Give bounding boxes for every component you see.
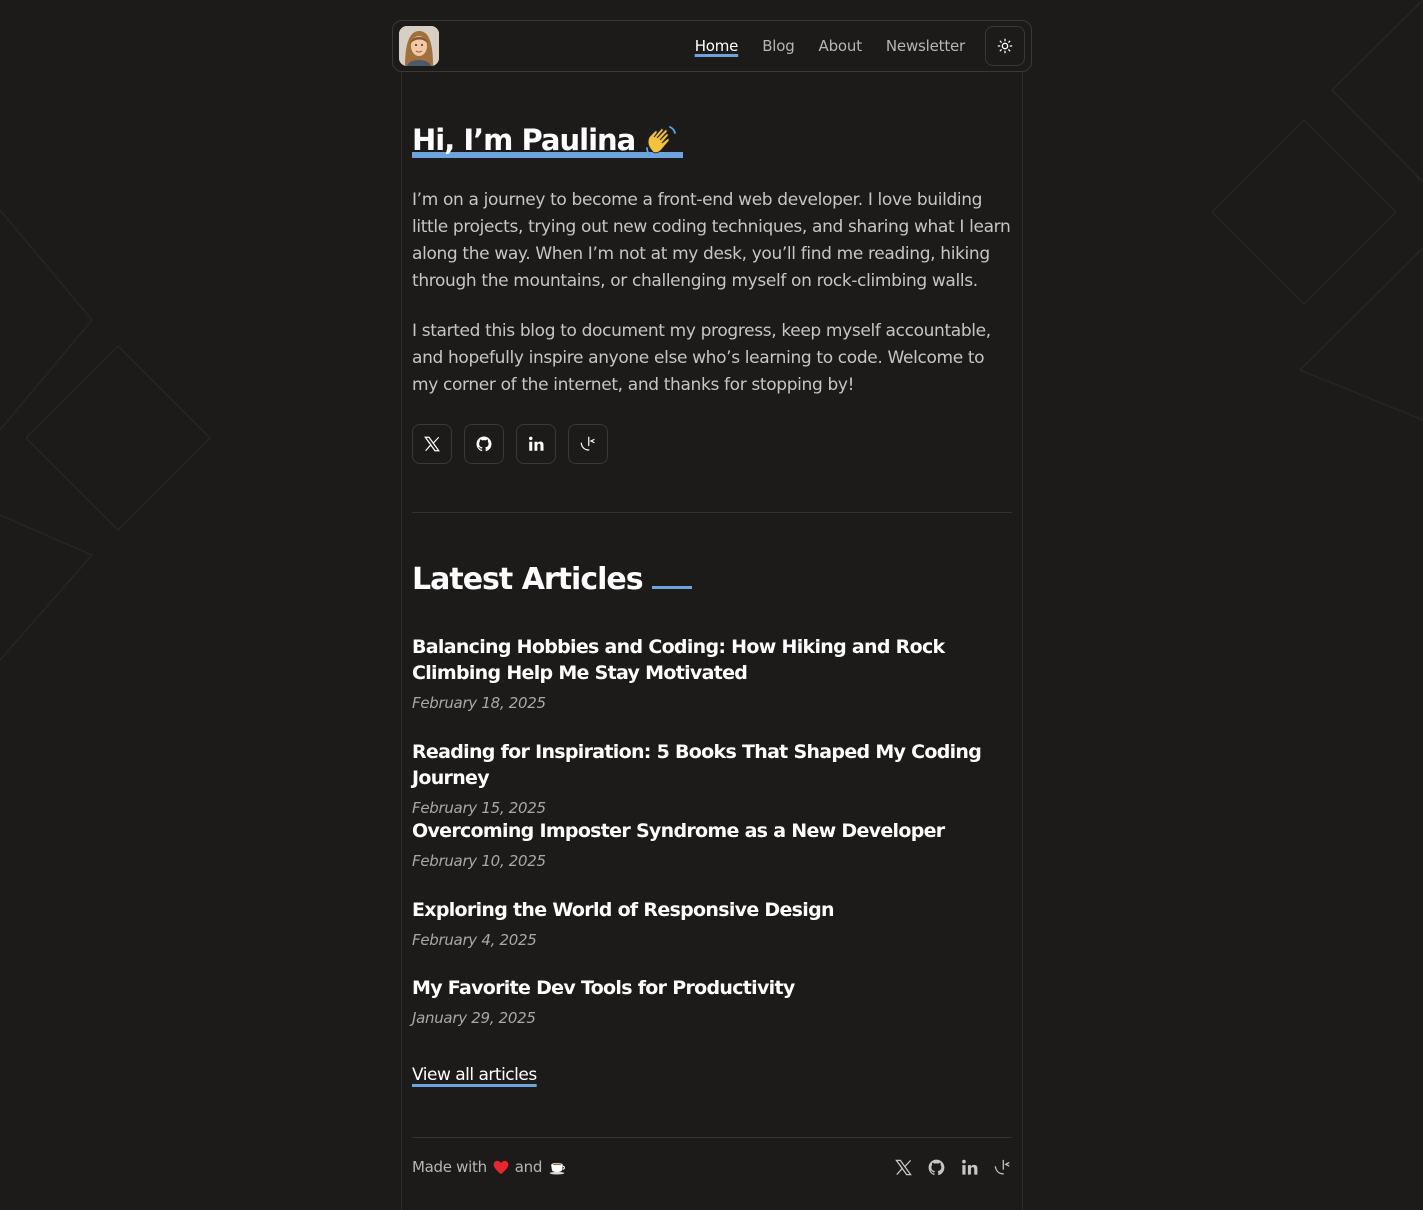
- theme-toggle-button[interactable]: [985, 26, 1025, 66]
- footer-credit: Made with and: [412, 1156, 566, 1178]
- article-item[interactable]: Balancing Hobbies and Coding: How Hiking…: [412, 634, 1012, 713]
- nav-links: Home Blog About Newsletter: [695, 21, 966, 71]
- github-link-button[interactable]: [464, 424, 504, 464]
- linkedin-icon: [529, 436, 544, 451]
- github-icon: [476, 436, 492, 452]
- nav-link-newsletter[interactable]: Newsletter: [886, 37, 965, 55]
- article-title[interactable]: My Favorite Dev Tools for Productivity: [412, 975, 795, 1001]
- footer-and: and: [514, 1158, 543, 1176]
- section-divider: [412, 512, 1012, 513]
- avatar[interactable]: [399, 26, 439, 66]
- intro-paragraph-2: I started this blog to document my progr…: [412, 321, 991, 395]
- github-icon: [928, 1159, 945, 1175]
- article-item[interactable]: Overcoming Imposter Syndrome as a New De…: [412, 818, 945, 871]
- article-date: February 15, 2025: [412, 799, 546, 817]
- footer-frontend-mentor-link[interactable]: [993, 1158, 1012, 1177]
- footer-linkedin-link[interactable]: [960, 1158, 979, 1177]
- x-icon: [424, 436, 440, 452]
- linkedin-icon: [962, 1159, 978, 1175]
- frontend-mentor-icon: [994, 1159, 1010, 1174]
- frontend-mentor-link-button[interactable]: [568, 424, 608, 464]
- latest-articles-heading: Latest Articles: [412, 562, 692, 597]
- social-links: [412, 424, 608, 464]
- hero-title: Hi, I’m Paulina: [412, 122, 684, 158]
- x-link-button[interactable]: [412, 424, 452, 464]
- article-date: February 10, 2025: [412, 852, 546, 870]
- footer-social-links: [894, 1156, 1012, 1178]
- latest-articles-title: Latest Articles: [412, 562, 644, 597]
- article-date: February 4, 2025: [412, 931, 537, 949]
- article-date: January 29, 2025: [412, 1009, 536, 1027]
- intro-paragraph: I’m on a journey to become a front-end w…: [412, 190, 1011, 291]
- title-accent-bar: [651, 586, 692, 589]
- footer-divider: [412, 1137, 1012, 1138]
- article-item[interactable]: My Favorite Dev Tools for Productivity J…: [412, 975, 795, 1028]
- article-date: February 18, 2025: [412, 694, 546, 712]
- view-all-articles-link[interactable]: View all articles: [412, 1065, 537, 1085]
- nav-link-about[interactable]: About: [819, 37, 863, 55]
- footer-github-link[interactable]: [927, 1158, 946, 1177]
- frontend-mentor-icon: [580, 436, 595, 451]
- sun-icon: [997, 38, 1013, 54]
- waving-hand-icon: [646, 126, 677, 156]
- article-title[interactable]: Exploring the World of Responsive Design: [412, 897, 835, 923]
- navbar: Home Blog About Newsletter: [392, 20, 1032, 72]
- article-item[interactable]: Exploring the World of Responsive Design…: [412, 897, 835, 950]
- article-title[interactable]: Reading for Inspiration: 5 Books That Sh…: [412, 739, 1012, 791]
- nav-link-blog[interactable]: Blog: [762, 37, 795, 55]
- x-icon: [895, 1159, 912, 1175]
- footer-x-link[interactable]: [894, 1158, 913, 1177]
- heart-icon: [493, 1160, 509, 1174]
- article-title[interactable]: Balancing Hobbies and Coding: How Hiking…: [412, 634, 1012, 686]
- article-title[interactable]: Overcoming Imposter Syndrome as a New De…: [412, 818, 945, 844]
- hero-title-text: Hi, I’m Paulina: [412, 123, 636, 157]
- coffee-icon: [549, 1163, 566, 1175]
- article-item[interactable]: Reading for Inspiration: 5 Books That Sh…: [412, 739, 1012, 818]
- footer-made-with: Made with: [412, 1158, 487, 1176]
- linkedin-link-button[interactable]: [516, 424, 556, 464]
- nav-link-home[interactable]: Home: [695, 37, 739, 55]
